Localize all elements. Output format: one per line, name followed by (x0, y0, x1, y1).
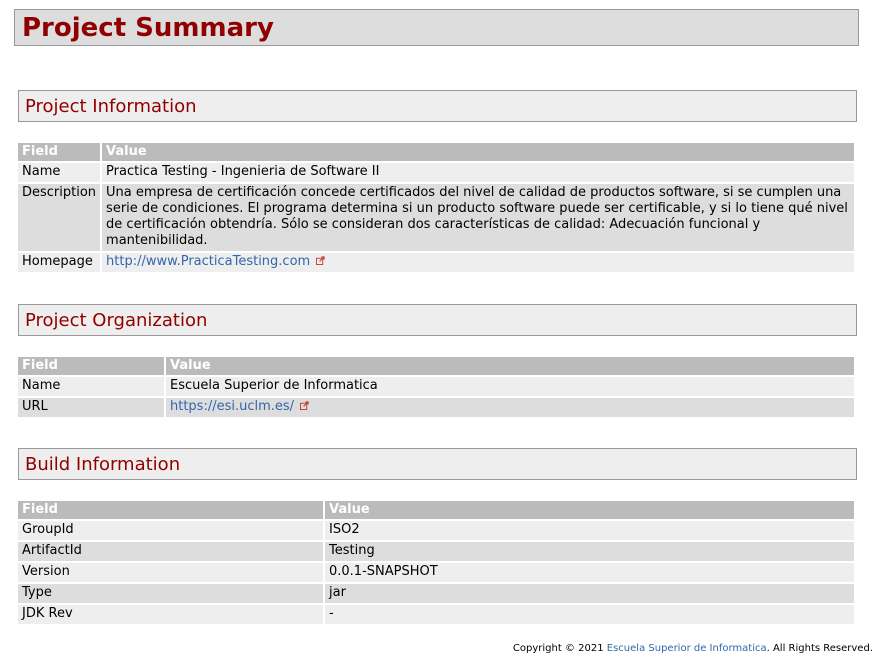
organization-url-link[interactable]: https://esi.uclm.es/ (170, 399, 294, 414)
section-header-project-organization: Project Organization (18, 304, 857, 336)
column-header-value: Value (164, 357, 854, 375)
column-header-value: Value (100, 143, 854, 161)
column-header-field: Field (18, 357, 164, 375)
column-header-field: Field (18, 143, 101, 161)
page-title: Project Summary (22, 13, 274, 43)
value-cell: Escuela Superior de Informatica (164, 377, 854, 396)
value-cell: jar (323, 584, 854, 603)
value-cell: Testing (323, 542, 854, 561)
section-title: Project Information (25, 96, 197, 117)
footer-organization-link[interactable]: Escuela Superior de Informatica (607, 643, 767, 654)
table-row: GroupId ISO2 (18, 521, 854, 540)
table-header-row: Field Value (18, 501, 854, 519)
table-row: Description Una empresa de certificación… (18, 184, 854, 251)
table-row: URL https://esi.uclm.es/ (18, 398, 854, 417)
field-cell: ArtifactId (18, 542, 323, 561)
field-cell: Name (18, 377, 164, 396)
table-row: Version 0.0.1-SNAPSHOT (18, 563, 854, 582)
section-header-project-information: Project Information (18, 90, 857, 122)
value-cell: https://esi.uclm.es/ (164, 398, 854, 417)
field-cell: Homepage (18, 253, 101, 272)
field-cell: Name (18, 163, 101, 182)
field-cell: JDK Rev (18, 605, 323, 624)
page-title-bar: Project Summary (14, 9, 859, 46)
section-title: Build Information (25, 454, 181, 475)
value-cell: ISO2 (323, 521, 854, 540)
footer-copyright: Copyright © 2021 Escuela Superior de Inf… (513, 643, 873, 654)
copyright-suffix: . All Rights Reserved. (766, 643, 873, 654)
table-header-row: Field Value (18, 357, 854, 375)
field-cell: Version (18, 563, 323, 582)
field-cell: GroupId (18, 521, 323, 540)
external-link-icon[interactable] (300, 401, 309, 410)
external-link-icon[interactable] (316, 256, 325, 265)
build-information-table: Field Value GroupId ISO2 ArtifactId Test… (18, 499, 854, 626)
field-cell: Type (18, 584, 323, 603)
field-cell: URL (18, 398, 164, 417)
section-title: Project Organization (25, 310, 208, 331)
project-information-table: Field Value Name Practica Testing - Inge… (18, 141, 854, 274)
value-cell: http://www.PracticaTesting.com (100, 253, 854, 272)
project-organization-table: Field Value Name Escuela Superior de Inf… (18, 355, 854, 419)
value-cell: 0.0.1-SNAPSHOT (323, 563, 854, 582)
table-row: Homepage http://www.PracticaTesting.com (18, 253, 854, 272)
table-row: ArtifactId Testing (18, 542, 854, 561)
column-header-field: Field (18, 501, 323, 519)
table-row: Type jar (18, 584, 854, 603)
table-header-row: Field Value (18, 143, 854, 161)
field-cell: Description (18, 184, 101, 251)
column-header-value: Value (323, 501, 854, 519)
section-header-build-information: Build Information (18, 448, 857, 480)
value-cell: - (323, 605, 854, 624)
copyright-prefix: Copyright © 2021 (512, 643, 607, 654)
table-row: Name Escuela Superior de Informatica (18, 377, 854, 396)
table-row: JDK Rev - (18, 605, 854, 624)
value-cell: Practica Testing - Ingenieria de Softwar… (100, 163, 854, 182)
table-row: Name Practica Testing - Ingenieria de So… (18, 163, 854, 182)
homepage-link[interactable]: http://www.PracticaTesting.com (106, 254, 310, 269)
value-cell: Una empresa de certificación concede cer… (100, 184, 854, 251)
